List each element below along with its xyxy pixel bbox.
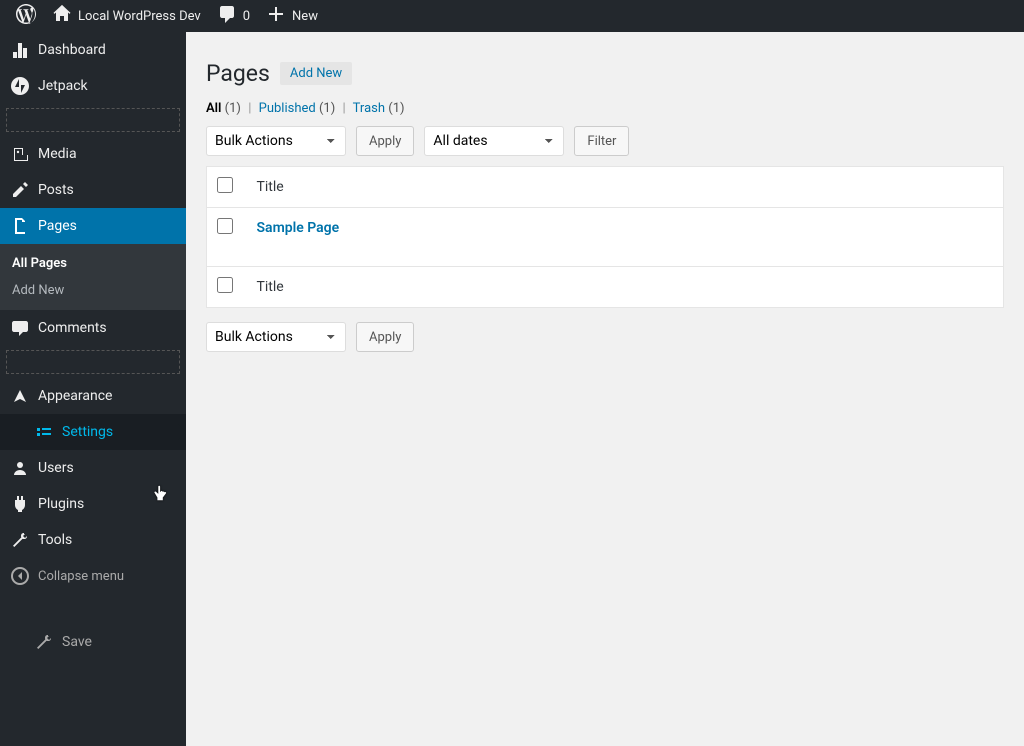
pages-icon [10, 216, 30, 236]
save-label: Save [62, 634, 92, 650]
sidebar-label: Dashboard [38, 42, 106, 58]
sidebar-label: Media [38, 146, 77, 162]
site-name-label: Local WordPress Dev [78, 9, 201, 24]
filter-all-count: (1) [225, 101, 241, 116]
page-title: Pages [206, 60, 270, 87]
comments-link[interactable]: 0 [209, 0, 258, 32]
filter-trash-count: (1) [388, 101, 404, 116]
sidebar-item-save[interactable]: Save [0, 624, 186, 660]
posts-icon [10, 180, 30, 200]
sidebar-label: Users [38, 460, 74, 476]
pages-submenu: All Pages Add New [0, 244, 186, 310]
sidebar-item-plugins[interactable]: Plugins [0, 486, 186, 522]
media-icon [10, 144, 30, 164]
sidebar-item-tools[interactable]: Tools [0, 522, 186, 558]
filter-all[interactable]: All [206, 101, 221, 116]
tools-icon [10, 530, 30, 550]
sidebar-item-media[interactable]: Media [0, 136, 186, 172]
row-checkbox[interactable] [217, 218, 233, 234]
sidebar-label: Tools [38, 532, 72, 548]
admin-sidebar: Dashboard Jetpack Media Posts Pages All … [0, 32, 186, 746]
filter-published[interactable]: Published [259, 101, 316, 116]
sidebar-item-pages[interactable]: Pages [0, 208, 186, 244]
users-icon [10, 458, 30, 478]
tablenav-bottom: Bulk Actions Apply [206, 322, 1004, 352]
sidebar-item-dashboard[interactable]: Dashboard [0, 32, 186, 68]
sidebar-item-settings[interactable]: Settings [0, 414, 186, 450]
apply-button-top[interactable]: Apply [356, 126, 414, 156]
pages-table: Title Sample Page Title [206, 166, 1004, 308]
new-content-link[interactable]: New [258, 0, 326, 32]
bulk-actions-select[interactable]: Bulk Actions [206, 126, 346, 156]
dates-select[interactable]: All dates [424, 126, 564, 156]
plus-icon [266, 4, 286, 28]
bulk-actions-select-bottom[interactable]: Bulk Actions [206, 322, 346, 352]
sidebar-label: Jetpack [38, 78, 88, 94]
sidebar-separator [6, 108, 180, 132]
sidebar-item-appearance[interactable]: Appearance [0, 378, 186, 414]
comments-icon [10, 318, 30, 338]
jetpack-icon [10, 76, 30, 96]
sidebar-label: Pages [38, 218, 77, 234]
apply-button-bottom[interactable]: Apply [356, 322, 414, 352]
filter-trash[interactable]: Trash [353, 101, 385, 116]
settings-icon [34, 422, 54, 442]
select-all-bottom[interactable] [217, 277, 233, 293]
wp-logo[interactable] [8, 0, 44, 32]
select-all-top[interactable] [217, 177, 233, 193]
sidebar-label: Posts [38, 182, 74, 198]
wordpress-icon [16, 4, 36, 28]
home-icon [52, 4, 72, 28]
appearance-icon [10, 386, 30, 406]
column-title-footer[interactable]: Title [247, 267, 1004, 308]
plugins-icon [10, 494, 30, 514]
collapse-icon [10, 566, 30, 586]
sidebar-item-posts[interactable]: Posts [0, 172, 186, 208]
comments-count: 0 [243, 9, 250, 24]
row-title-link[interactable]: Sample Page [257, 220, 340, 236]
filter-published-count: (1) [319, 101, 335, 116]
status-filters: All (1) | Published (1) | Trash (1) [206, 101, 1004, 116]
add-new-button[interactable]: Add New [280, 62, 352, 85]
sidebar-label: Appearance [38, 388, 112, 404]
content-area: Pages Add New All (1) | Published (1) | … [186, 32, 1024, 746]
submenu-add-new[interactable]: Add New [0, 277, 186, 304]
sidebar-label: Comments [38, 320, 107, 336]
site-name-link[interactable]: Local WordPress Dev [44, 0, 209, 32]
page-heading: Pages Add New [206, 60, 1004, 87]
sidebar-label: Settings [62, 424, 113, 440]
new-label: New [292, 9, 318, 24]
table-row: Sample Page [207, 208, 1004, 267]
filter-button[interactable]: Filter [574, 126, 629, 156]
sidebar-separator [6, 350, 180, 374]
collapse-label: Collapse menu [38, 569, 124, 584]
sidebar-label: Plugins [38, 496, 84, 512]
comment-icon [217, 4, 237, 28]
collapse-menu[interactable]: Collapse menu [0, 558, 186, 594]
sidebar-item-comments[interactable]: Comments [0, 310, 186, 346]
wrench-icon [34, 632, 54, 652]
dashboard-icon [10, 40, 30, 60]
tablenav-top: Bulk Actions Apply All dates Filter [206, 126, 1004, 156]
submenu-all-pages[interactable]: All Pages [0, 250, 186, 277]
sidebar-item-jetpack[interactable]: Jetpack [0, 68, 186, 104]
column-title-header[interactable]: Title [247, 167, 1004, 208]
admin-bar: Local WordPress Dev 0 New [0, 0, 1024, 32]
sidebar-item-users[interactable]: Users [0, 450, 186, 486]
